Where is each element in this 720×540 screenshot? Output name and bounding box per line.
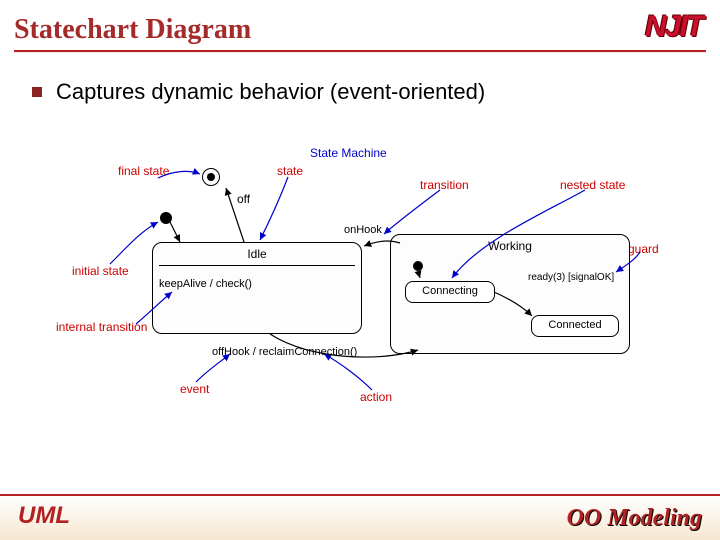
annot-initial-state: initial state bbox=[72, 264, 129, 278]
idle-internal-transition: keepAlive / check() bbox=[159, 278, 355, 290]
initial-state-icon bbox=[160, 212, 172, 224]
annot-event: event bbox=[180, 382, 209, 396]
annot-guard: guard bbox=[628, 242, 659, 256]
annot-nested-state: nested state bbox=[560, 178, 625, 192]
off-label: off bbox=[237, 192, 250, 206]
state-connected: Connected bbox=[531, 315, 619, 337]
state-connecting: Connecting bbox=[405, 281, 495, 303]
footer-left-logo: UML bbox=[18, 502, 70, 530]
transition-ready-guard: ready(3) [signalOK] bbox=[528, 272, 614, 283]
footer-right-logo: OO Modeling bbox=[567, 505, 702, 532]
title-underline bbox=[14, 50, 706, 53]
annot-transition: transition bbox=[420, 178, 469, 192]
transition-offhook: offHook / reclaimConnection() bbox=[212, 346, 357, 358]
annot-action: action bbox=[360, 390, 392, 404]
state-idle: Idle keepAlive / check() bbox=[152, 242, 362, 334]
njit-logo: NJIT bbox=[645, 10, 702, 44]
annot-final-state: final state bbox=[118, 164, 169, 178]
statechart-diagram: State Machine final state state transiti… bbox=[80, 150, 660, 440]
footer-bar: UML OO Modeling bbox=[0, 494, 720, 540]
bullet-text: Captures dynamic behavior (event-oriente… bbox=[56, 79, 485, 105]
annot-state: state bbox=[277, 164, 303, 178]
slide-title: Statechart Diagram bbox=[14, 14, 251, 45]
bullet-icon bbox=[32, 87, 42, 97]
working-initial-icon bbox=[413, 261, 423, 271]
state-working-title: Working bbox=[397, 239, 623, 253]
final-state-icon bbox=[202, 168, 220, 186]
idle-separator bbox=[159, 265, 355, 266]
state-working: Working Connecting Connected bbox=[390, 234, 630, 354]
bullet-item: Captures dynamic behavior (event-oriente… bbox=[32, 79, 720, 105]
annot-internal-transition: internal transition bbox=[56, 320, 147, 334]
transition-onhook: onHook bbox=[344, 224, 382, 236]
diagram-heading: State Machine bbox=[310, 146, 387, 160]
state-idle-title: Idle bbox=[159, 247, 355, 261]
